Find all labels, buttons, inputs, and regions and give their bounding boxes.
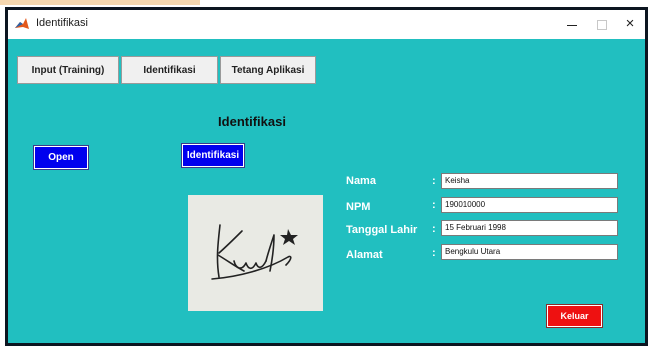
signature-drawing bbox=[211, 224, 298, 280]
tab-input-training[interactable]: Input (Training) bbox=[17, 56, 119, 84]
open-button[interactable]: Open bbox=[34, 146, 88, 169]
alamat-field[interactable]: Bengkulu Utara bbox=[441, 244, 618, 260]
minimize-icon bbox=[567, 24, 577, 26]
maximize-button[interactable] bbox=[587, 14, 617, 34]
tab-identifikasi[interactable]: Identifikasi bbox=[121, 56, 218, 84]
tanggal-lahir-colon: : bbox=[432, 223, 436, 235]
npm-field[interactable]: 190010000 bbox=[441, 197, 618, 213]
tanggal-lahir-label: Tanggal Lahir bbox=[346, 224, 418, 236]
close-button[interactable]: × bbox=[615, 14, 645, 34]
tab-tentang-aplikasi[interactable]: Tetang Aplikasi bbox=[220, 56, 316, 84]
alamat-label: Alamat bbox=[346, 249, 383, 261]
minimize-button[interactable] bbox=[557, 14, 587, 34]
tanggal-lahir-field[interactable]: 15 Februari 1998 bbox=[441, 220, 618, 236]
matlab-icon bbox=[15, 18, 29, 29]
npm-colon: : bbox=[432, 199, 436, 211]
nama-label: Nama bbox=[346, 175, 376, 187]
maximize-icon bbox=[597, 20, 607, 31]
identify-button[interactable]: Identifikasi bbox=[182, 144, 244, 167]
npm-label: NPM bbox=[346, 201, 371, 213]
alamat-colon: : bbox=[432, 247, 436, 259]
exit-button[interactable]: Keluar bbox=[547, 305, 602, 327]
window-title: Identifikasi bbox=[36, 17, 88, 29]
top-edge-strip bbox=[0, 0, 200, 5]
page-heading: Identifikasi bbox=[218, 114, 286, 129]
title-bar: Identifikasi × bbox=[8, 10, 645, 39]
nama-colon: : bbox=[432, 175, 436, 187]
nama-field[interactable]: Keisha bbox=[441, 173, 618, 189]
signature-image bbox=[188, 195, 323, 311]
